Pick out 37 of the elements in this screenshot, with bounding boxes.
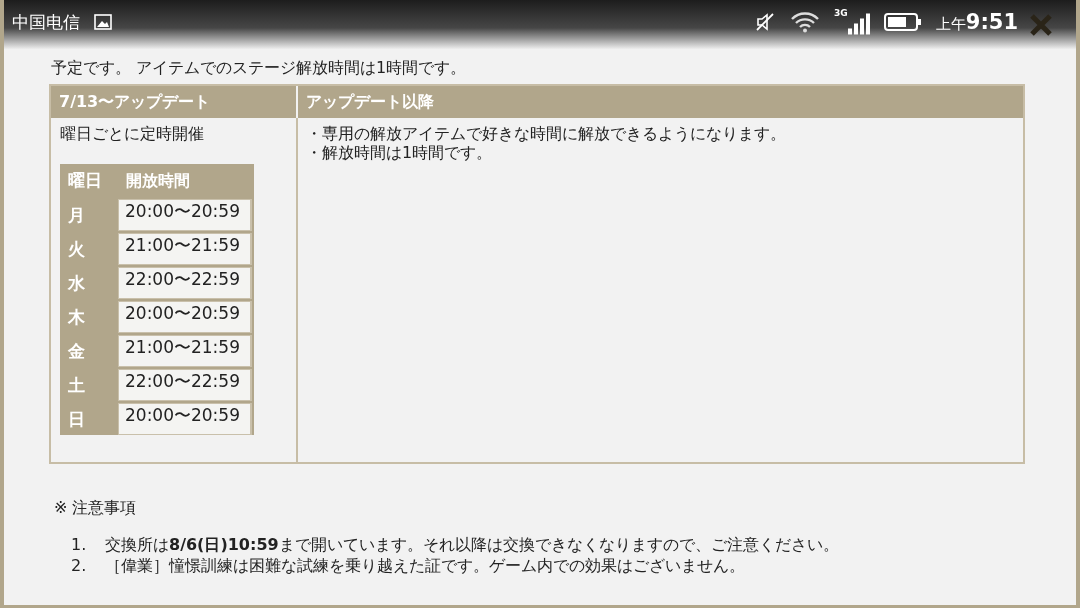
day-cell-text: 水	[67, 272, 86, 295]
bullet-text: ・解放時間は1時間です。	[306, 143, 494, 162]
time-cell: 20:00〜20:59	[118, 199, 252, 231]
wifi-icon	[790, 11, 821, 33]
time-cell: 20:00〜20:59	[118, 301, 252, 333]
day-cell-text: 日	[67, 408, 86, 431]
note-text: ［偉業］憧憬訓練は困難な試練を乗り越えた証です。ゲーム内での効果はございません。	[105, 555, 745, 576]
time-cell: 22:00〜22:59	[118, 369, 252, 401]
day-cell-text: 土	[67, 374, 86, 397]
clock-time: 9:51	[965, 10, 1018, 34]
signal-icon	[847, 13, 870, 35]
day-cell-text: 木	[67, 306, 86, 329]
time-period: 上午	[935, 15, 966, 34]
time-cell: 21:00〜21:59	[118, 233, 252, 265]
column-header: 開放時間	[125, 170, 191, 192]
time-cell: 21:00〜21:59	[118, 335, 252, 367]
image-icon	[94, 14, 112, 30]
network-type: 3G	[834, 8, 848, 18]
intro-text: 予定です。 アイテムでのステージ解放時間は1時間です。	[51, 58, 468, 78]
list-number: 2.	[71, 555, 88, 576]
day-cell-text: 火	[67, 238, 86, 261]
column-header: アップデート以降	[298, 86, 1023, 118]
mute-icon	[754, 12, 777, 32]
column-header: 曜日	[67, 169, 103, 192]
time-cell: 20:00〜20:59	[118, 403, 252, 435]
time-cell: 22:00〜22:59	[118, 267, 252, 299]
carrier-name: 中国电信	[12, 10, 80, 34]
notes-heading: ※ 注意事項	[54, 498, 138, 518]
day-cell-text: 金	[67, 340, 86, 363]
list-number: 1.	[71, 534, 88, 555]
bullet-text: ・専用の解放アイテムで好きな時間に解放できるようになります。	[306, 124, 787, 143]
day-cell-text: 月	[67, 204, 86, 227]
note-text: 交換所は8/6(日)10:59まで開いています。それ以降は交換できなくなりますので、ご注意ください。	[105, 534, 839, 555]
battery-icon	[883, 13, 922, 31]
cell-text: 曜日ごとに定時開催	[60, 124, 205, 144]
column-header: 7/13〜アップデート	[51, 86, 298, 118]
close-icon[interactable]	[1028, 12, 1054, 38]
